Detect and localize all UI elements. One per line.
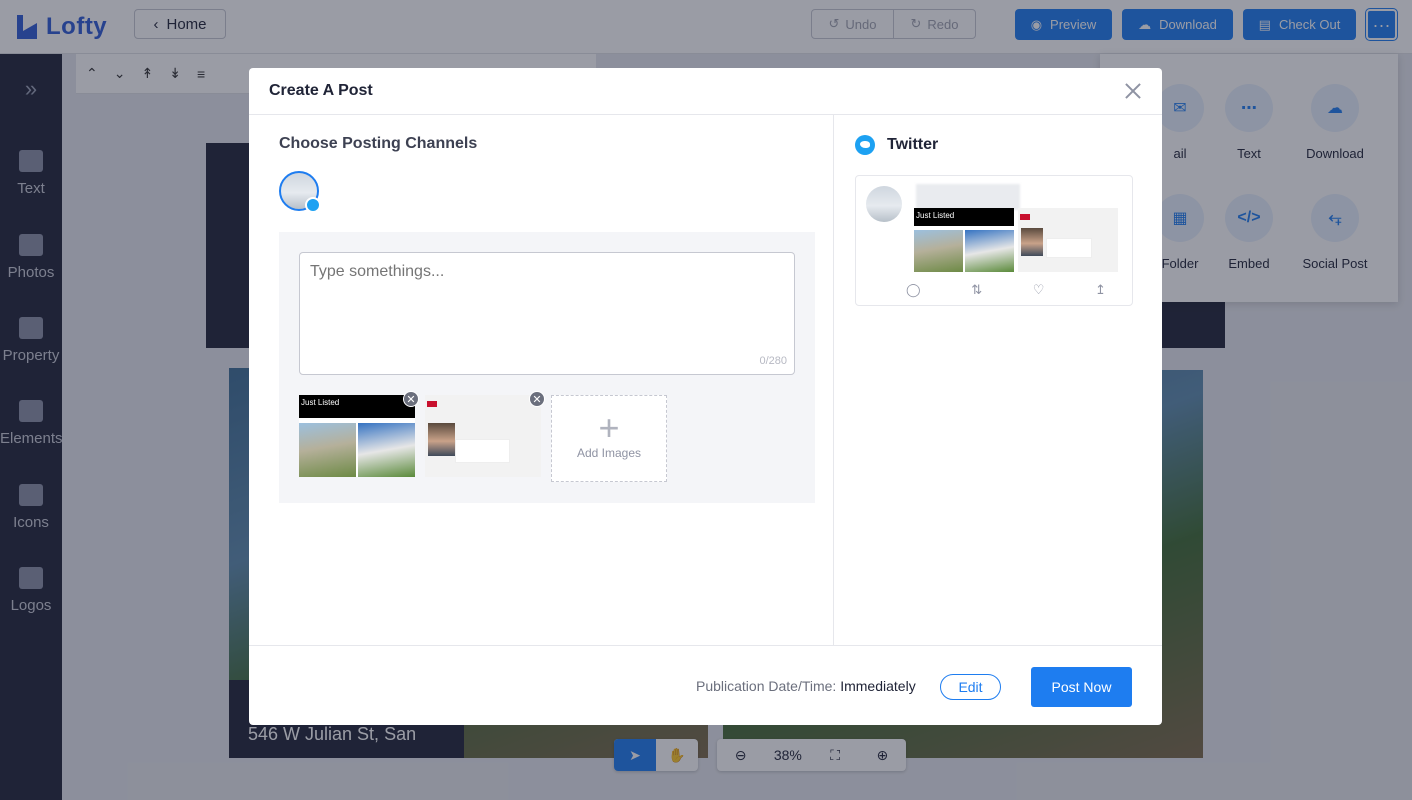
twitter-badge-icon (305, 197, 321, 213)
publication-value: Immediately (840, 678, 916, 694)
flyer-header: Just Listed (914, 208, 1014, 226)
remove-image-icon[interactable]: ✕ (403, 391, 419, 407)
modal-title: Create A Post (269, 82, 373, 99)
modal-header: Create A Post (249, 68, 1162, 115)
create-post-modal: Create A Post Choose Posting Channels 0/… (249, 68, 1162, 725)
add-images-button[interactable]: + Add Images (551, 395, 667, 482)
tweet-actions: ◯ ⇅ ♡ ↥ (906, 282, 1106, 298)
flyer-header: Just Listed (299, 395, 415, 418)
kw-logo-icon (1020, 214, 1030, 220)
remove-image-icon[interactable]: ✕ (529, 391, 545, 407)
flyer-photo (965, 229, 1014, 272)
close-icon[interactable] (1122, 80, 1144, 102)
tweet-image-flyer: Just Listed (914, 208, 1014, 272)
modal-footer: Publication Date/Time: Immediately Edit … (249, 645, 1162, 725)
reply-icon: ◯ (906, 282, 921, 297)
edit-publication-button[interactable]: Edit (940, 674, 1001, 700)
twitter-header: Twitter (855, 135, 938, 155)
agent-photo (428, 423, 455, 456)
publication-info: Publication Date/Time: Immediately (696, 678, 916, 694)
flyer-title: Just Listed (916, 211, 955, 220)
attached-image-card[interactable]: ✕ (425, 391, 545, 477)
add-images-label: Add Images (576, 446, 642, 460)
kw-logo-icon (427, 401, 437, 407)
twitter-icon (855, 135, 875, 155)
tweet-preview: Just Listed ◯ ⇅ ♡ ↥ (855, 175, 1133, 306)
flyer-photo (299, 422, 356, 477)
retweet-icon: ⇅ (971, 282, 983, 297)
agent-info-block (455, 439, 510, 463)
tweet-author-redacted (916, 184, 1020, 210)
agent-photo (1021, 228, 1043, 256)
flyer-photo (358, 422, 415, 477)
flyer-preview: Just Listed (299, 395, 415, 477)
compose-area: 0/280 Just Listed ✕ ✕ + Add I (279, 232, 815, 503)
publication-label: Publication Date/Time: (696, 678, 837, 694)
flyer-photo (914, 229, 963, 272)
flyer-title: Just Listed (301, 398, 340, 407)
flyer-preview: Just Listed (914, 208, 1014, 272)
attached-image-flyer[interactable]: Just Listed ✕ (299, 391, 419, 477)
twitter-label: Twitter (887, 136, 939, 153)
plus-icon: + (598, 407, 620, 448)
post-text-input[interactable] (299, 252, 795, 375)
like-icon: ♡ (1032, 282, 1045, 297)
tweet-image-card (1018, 208, 1118, 272)
preview-pane: Twitter Just Listed ◯ ⇅ ♡ ↥ (835, 115, 1162, 645)
tweet-avatar (866, 186, 902, 222)
share-icon: ↥ (1095, 282, 1106, 297)
channels-title: Choose Posting Channels (279, 135, 478, 152)
agent-info-block (1046, 238, 1092, 258)
post-now-button[interactable]: Post Now (1031, 667, 1132, 707)
char-count: 0/280 (759, 355, 787, 367)
compose-pane: Choose Posting Channels 0/280 Just Liste… (249, 115, 834, 645)
twitter-channel-avatar[interactable] (279, 171, 321, 213)
